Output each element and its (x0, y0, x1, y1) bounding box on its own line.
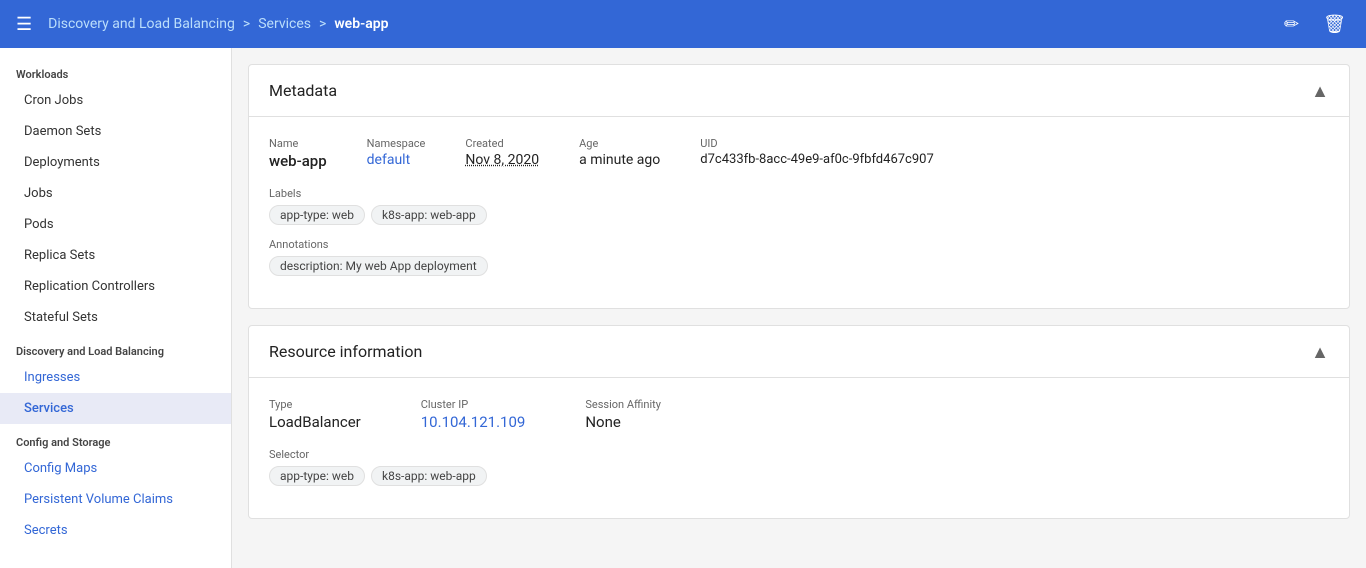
resource-session-affinity-field: Session Affinity None (585, 398, 661, 431)
sidebar-item-config-maps[interactable]: Config Maps (0, 453, 231, 484)
resource-selector-section: Selector app-type: web k8s-app: web-app (269, 447, 1329, 486)
metadata-card-title: Metadata (269, 81, 337, 100)
sidebar-item-pvc[interactable]: Persistent Volume Claims (0, 484, 231, 515)
label-chip-1: k8s-app: web-app (371, 205, 487, 225)
metadata-uid-label: UID (700, 137, 934, 150)
resource-selector-chips: app-type: web k8s-app: web-app (269, 466, 1329, 486)
selector-chip-1: k8s-app: web-app (371, 466, 487, 486)
annotation-chip-0: description: My web App deployment (269, 256, 488, 276)
sidebar-item-pods[interactable]: Pods (0, 209, 231, 240)
metadata-card-header: Metadata ▲ (249, 65, 1349, 117)
delete-button[interactable]: 🗑 (1319, 10, 1350, 39)
metadata-name-field: Name web-app (269, 137, 327, 170)
resource-card-body: Type LoadBalancer Cluster IP 10.104.121.… (249, 378, 1349, 518)
metadata-uid-value: d7c433fb-8acc-49e9-af0c-9fbfd467c907 (700, 152, 934, 167)
sidebar-item-ingresses[interactable]: Ingresses (0, 362, 231, 393)
resource-selector-label: Selector (269, 448, 309, 461)
breadcrumb-current: web-app (334, 16, 388, 32)
resource-cluster-ip-value: 10.104.121.109 (421, 413, 526, 431)
selector-chip-0: app-type: web (269, 466, 365, 486)
metadata-annotations-section: Annotations description: My web App depl… (269, 237, 1329, 276)
sidebar-item-deployments[interactable]: Deployments (0, 147, 231, 178)
sidebar-section-workloads: Workloads (0, 56, 231, 85)
breadcrumb: Discovery and Load Balancing > Services … (48, 16, 1280, 32)
header-actions: ✏ 🗑 (1280, 10, 1350, 39)
metadata-created-field: Created Nov 8, 2020 (465, 137, 539, 170)
metadata-card: Metadata ▲ Name web-app Namespace defaul… (248, 64, 1350, 309)
metadata-created-label: Created (465, 137, 539, 150)
metadata-age-value: a minute ago (579, 152, 660, 168)
sidebar-section-config: Config and Storage (0, 424, 231, 453)
metadata-created-value: Nov 8, 2020 (465, 152, 539, 168)
resource-collapse-button[interactable]: ▲ (1311, 343, 1329, 361)
metadata-uid-field: UID d7c433fb-8acc-49e9-af0c-9fbfd467c907 (700, 137, 934, 170)
main-content: Metadata ▲ Name web-app Namespace defaul… (232, 48, 1366, 568)
resource-card: Resource information ▲ Type LoadBalancer… (248, 325, 1350, 519)
metadata-card-body: Name web-app Namespace default Created N… (249, 117, 1349, 308)
sidebar-item-replica-sets[interactable]: Replica Sets (0, 240, 231, 271)
resource-card-title: Resource information (269, 342, 422, 361)
resource-type-field: Type LoadBalancer (269, 398, 361, 431)
resource-cluster-ip-label: Cluster IP (421, 398, 526, 411)
sidebar-item-secrets[interactable]: Secrets (0, 515, 231, 546)
sidebar: Workloads Cron Jobs Daemon Sets Deployme… (0, 48, 232, 568)
sidebar-item-jobs[interactable]: Jobs (0, 178, 231, 209)
resource-type-value: LoadBalancer (269, 413, 361, 431)
breadcrumb-sep-1: > (243, 16, 250, 32)
metadata-labels-section: Labels app-type: web k8s-app: web-app (269, 186, 1329, 225)
metadata-annotations-label: Annotations (269, 238, 328, 251)
breadcrumb-link-services[interactable]: Services (258, 16, 311, 32)
metadata-namespace-label: Namespace (367, 137, 426, 150)
resource-card-header: Resource information ▲ (249, 326, 1349, 378)
edit-button[interactable]: ✏ (1280, 10, 1303, 39)
body-layout: Workloads Cron Jobs Daemon Sets Deployme… (0, 48, 1366, 568)
metadata-name-label: Name (269, 137, 327, 150)
metadata-age-label: Age (579, 137, 660, 150)
metadata-name-value: web-app (269, 152, 327, 170)
app-header: ☰ Discovery and Load Balancing > Service… (0, 0, 1366, 48)
breadcrumb-link-discovery[interactable]: Discovery and Load Balancing (48, 16, 235, 32)
sidebar-item-cron-jobs[interactable]: Cron Jobs (0, 85, 231, 116)
resource-top-row: Type LoadBalancer Cluster IP 10.104.121.… (269, 398, 1329, 431)
metadata-labels-label: Labels (269, 187, 301, 200)
metadata-top-row: Name web-app Namespace default Created N… (269, 137, 1329, 170)
metadata-namespace-value: default (367, 152, 426, 168)
metadata-namespace-field: Namespace default (367, 137, 426, 170)
resource-cluster-ip-field: Cluster IP 10.104.121.109 (421, 398, 526, 431)
label-chip-0: app-type: web (269, 205, 365, 225)
metadata-age-field: Age a minute ago (579, 137, 660, 170)
breadcrumb-sep-2: > (319, 16, 326, 32)
metadata-annotations-chips: description: My web App deployment (269, 256, 1329, 276)
metadata-labels-chips: app-type: web k8s-app: web-app (269, 205, 1329, 225)
resource-session-affinity-label: Session Affinity (585, 398, 661, 411)
resource-type-label: Type (269, 398, 361, 411)
sidebar-section-discovery: Discovery and Load Balancing (0, 333, 231, 362)
menu-icon[interactable]: ☰ (16, 14, 32, 35)
sidebar-item-stateful-sets[interactable]: Stateful Sets (0, 302, 231, 333)
sidebar-item-services[interactable]: Services (0, 393, 231, 424)
metadata-collapse-button[interactable]: ▲ (1311, 82, 1329, 100)
sidebar-item-daemon-sets[interactable]: Daemon Sets (0, 116, 231, 147)
resource-session-affinity-value: None (585, 413, 661, 431)
sidebar-item-replication-controllers[interactable]: Replication Controllers (0, 271, 231, 302)
